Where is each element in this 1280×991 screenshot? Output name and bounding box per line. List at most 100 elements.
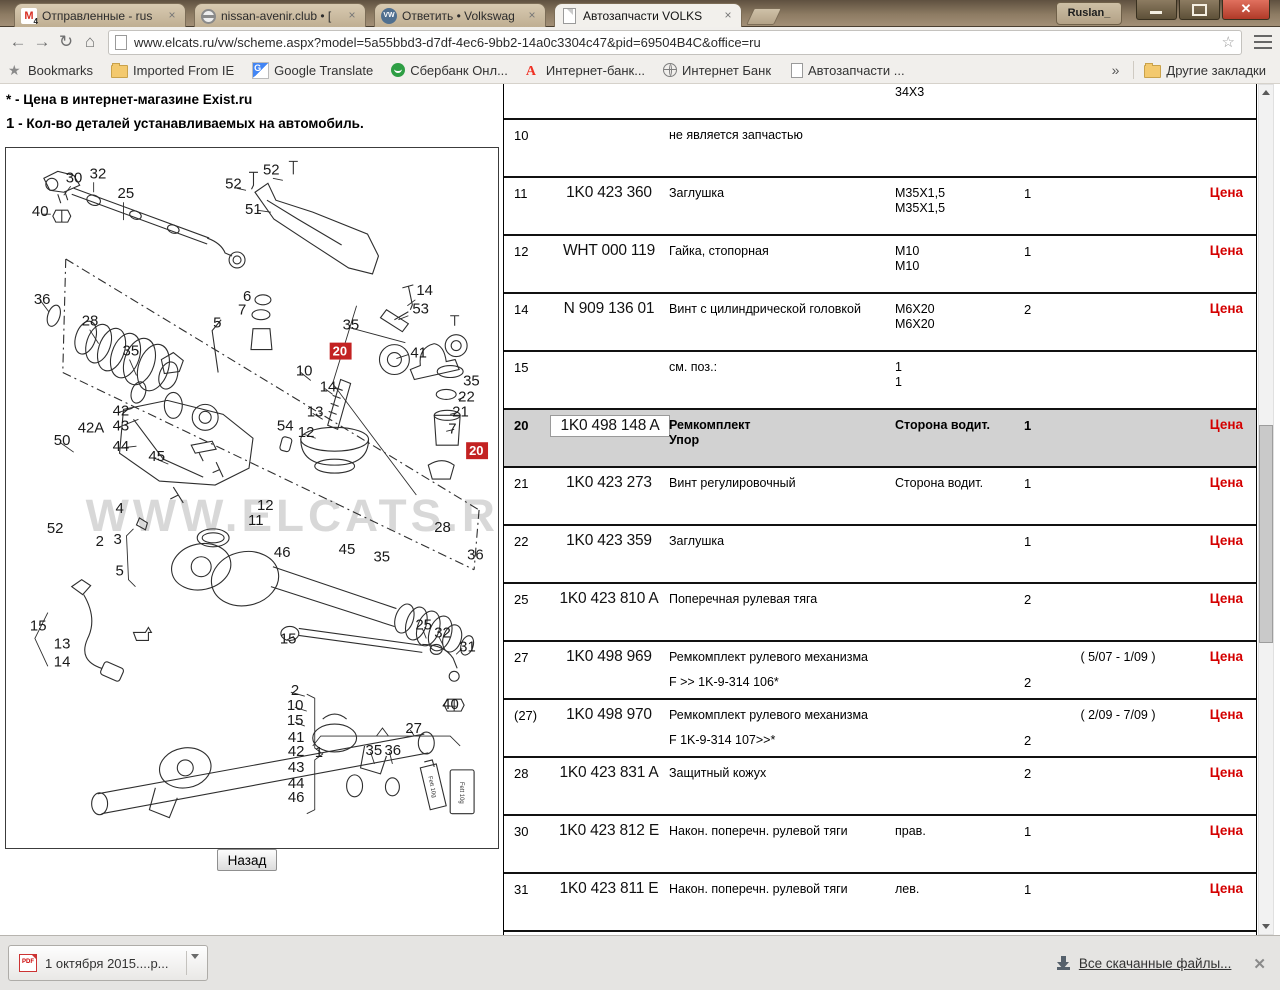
- all-downloads-link[interactable]: Все скачанные файлы...: [1079, 956, 1232, 971]
- price-link[interactable]: Цена: [1210, 649, 1243, 664]
- callout-number[interactable]: 35: [366, 742, 383, 759]
- callout-number[interactable]: 13: [54, 635, 71, 652]
- price-link[interactable]: Цена: [1210, 185, 1243, 200]
- callout-number[interactable]: 5: [116, 563, 124, 580]
- scrollbar-thumb[interactable]: [1259, 425, 1273, 643]
- part-number[interactable]: 1K0 423 812 E: [550, 822, 668, 840]
- table-row[interactable]: 271K0 498 969Ремкомплект рулевого механи…: [504, 642, 1256, 700]
- scroll-up-arrow-icon[interactable]: [1259, 85, 1273, 101]
- callout-number[interactable]: 25: [118, 185, 135, 202]
- close-window-button[interactable]: [1222, 0, 1270, 20]
- callout-number[interactable]: 1: [315, 744, 323, 761]
- table-row[interactable]: 281K0 423 831 AЗащитный кожух2Цена: [504, 758, 1256, 816]
- callout-number[interactable]: 53: [412, 301, 429, 318]
- price-link[interactable]: Цена: [1210, 591, 1243, 606]
- close-icon[interactable]: ×: [525, 9, 539, 23]
- callout-number[interactable]: 15: [280, 630, 297, 647]
- menu-icon[interactable]: [1252, 34, 1274, 50]
- callout-number[interactable]: 46: [288, 789, 305, 806]
- chevron-down-icon[interactable]: [191, 954, 199, 959]
- table-row[interactable]: 111K0 423 360ЗаглушкаM35X1,5M35X1,51Цена: [504, 178, 1256, 236]
- callout-number[interactable]: 28: [434, 519, 451, 536]
- bookmark-sberbank[interactable]: Сбербанк Онл...: [391, 63, 508, 78]
- bookmark-internet-bank-alfa[interactable]: Интернет-банк...: [526, 63, 645, 78]
- tab-autoparts-active[interactable]: Автозапчасти VOLKS ×: [554, 3, 742, 27]
- callout-number[interactable]: 5: [213, 315, 221, 332]
- parts-diagram[interactable]: WWW.ELCATS.RU: [5, 147, 499, 849]
- part-number[interactable]: 1K0 498 969: [550, 648, 668, 666]
- table-row[interactable]: 201K0 498 148 AРемкомплектУпорСторона во…: [504, 410, 1256, 468]
- callout-number[interactable]: 52: [263, 161, 280, 178]
- table-row[interactable]: 12WHT 000 119Гайка, стопорнаяM10M101Цена: [504, 236, 1256, 294]
- callout-number[interactable]: 35: [463, 372, 480, 389]
- scroll-down-arrow-icon[interactable]: [1259, 918, 1273, 934]
- download-item[interactable]: 1 октября 2015....p...: [8, 945, 208, 981]
- price-link[interactable]: Цена: [1210, 823, 1243, 838]
- bookmarks-overflow-chevron[interactable]: »: [1112, 62, 1120, 78]
- part-number[interactable]: 1K0 423 810 A: [550, 590, 668, 608]
- table-row[interactable]: 34X3: [504, 84, 1256, 120]
- callout-number[interactable]: 40: [32, 203, 49, 220]
- callout-number[interactable]: 28: [82, 313, 99, 330]
- callout-number[interactable]: 35: [123, 343, 140, 360]
- part-number[interactable]: 1K0 498 148 A: [550, 415, 670, 437]
- price-link[interactable]: Цена: [1210, 301, 1243, 316]
- price-link[interactable]: Цена: [1210, 475, 1243, 490]
- callout-number[interactable]: 52: [47, 520, 64, 537]
- callout-number[interactable]: 21: [452, 403, 469, 420]
- callout-number[interactable]: 36: [384, 742, 401, 759]
- close-icon[interactable]: ×: [165, 9, 179, 23]
- callout-number[interactable]: 46: [274, 544, 291, 561]
- close-icon[interactable]: ×: [721, 9, 735, 23]
- callout-number[interactable]: 35: [374, 549, 391, 566]
- restore-button[interactable]: [1179, 0, 1220, 20]
- callout-number[interactable]: 15: [287, 712, 304, 729]
- profile-button[interactable]: Ruslan_: [1056, 2, 1122, 25]
- close-icon[interactable]: ×: [345, 9, 359, 23]
- callout-number[interactable]: 7: [448, 420, 456, 437]
- callout-number[interactable]: 36: [34, 291, 51, 308]
- bookmark-bookmarks[interactable]: Bookmarks: [8, 63, 93, 78]
- callout-number[interactable]: 11: [248, 512, 264, 529]
- callout-number[interactable]: 10: [296, 362, 313, 379]
- callout-number[interactable]: 4: [116, 500, 124, 517]
- part-number[interactable]: 1K0 423 359: [550, 532, 668, 550]
- callout-number[interactable]: 2: [96, 533, 104, 550]
- callout-number[interactable]: 43: [288, 759, 305, 776]
- table-row[interactable]: 301K0 423 812 EНакон. поперечн. рулевой …: [504, 816, 1256, 874]
- reload-icon[interactable]: ↻: [54, 30, 78, 54]
- part-number[interactable]: 1K0 423 811 E: [550, 880, 668, 898]
- callout-number[interactable]: 14: [416, 282, 433, 299]
- bookmark-autoparts[interactable]: Автозапчасти ...: [789, 63, 905, 78]
- callout-number[interactable]: 32: [434, 624, 451, 641]
- back-icon[interactable]: ←: [6, 30, 30, 54]
- callout-number[interactable]: 43: [113, 417, 130, 434]
- callout-number[interactable]: 35: [343, 317, 360, 334]
- callout-number[interactable]: 42A: [78, 419, 105, 436]
- price-link[interactable]: Цена: [1210, 243, 1243, 258]
- callout-number-highlighted[interactable]: 20: [466, 442, 488, 459]
- callout-number[interactable]: 51: [245, 201, 262, 218]
- table-row[interactable]: 221K0 423 359Заглушка1Цена: [504, 526, 1256, 584]
- callout-number[interactable]: 27: [405, 720, 422, 737]
- callout-number[interactable]: 7: [238, 302, 246, 319]
- table-row[interactable]: 211K0 423 273Винт регулировочныйСторона …: [504, 468, 1256, 526]
- part-number[interactable]: 1K0 423 273: [550, 474, 668, 492]
- address-bar[interactable]: www.elcats.ru/vw/scheme.aspx?model=5a55b…: [108, 30, 1242, 55]
- part-number[interactable]: 1K0 423 360: [550, 184, 668, 202]
- bookmark-google-translate[interactable]: Google Translate: [252, 62, 373, 79]
- new-tab-button[interactable]: [746, 8, 782, 25]
- callout-number[interactable]: 45: [148, 448, 165, 465]
- price-link[interactable]: Цена: [1210, 533, 1243, 548]
- part-number[interactable]: 1K0 423 831 A: [550, 764, 668, 782]
- close-download-bar-icon[interactable]: ✕: [1253, 955, 1266, 973]
- callout-number[interactable]: 52: [225, 175, 242, 192]
- bookmark-star-icon[interactable]: ☆: [1222, 33, 1235, 51]
- callout-number-highlighted[interactable]: 20: [330, 343, 352, 360]
- callout-number[interactable]: 36: [467, 547, 484, 564]
- other-bookmarks[interactable]: Другие закладки: [1144, 63, 1266, 78]
- callout-number[interactable]: 40: [442, 696, 459, 713]
- back-button[interactable]: Назад: [217, 849, 277, 871]
- price-link[interactable]: Цена: [1210, 765, 1243, 780]
- callout-number[interactable]: 42: [288, 743, 305, 760]
